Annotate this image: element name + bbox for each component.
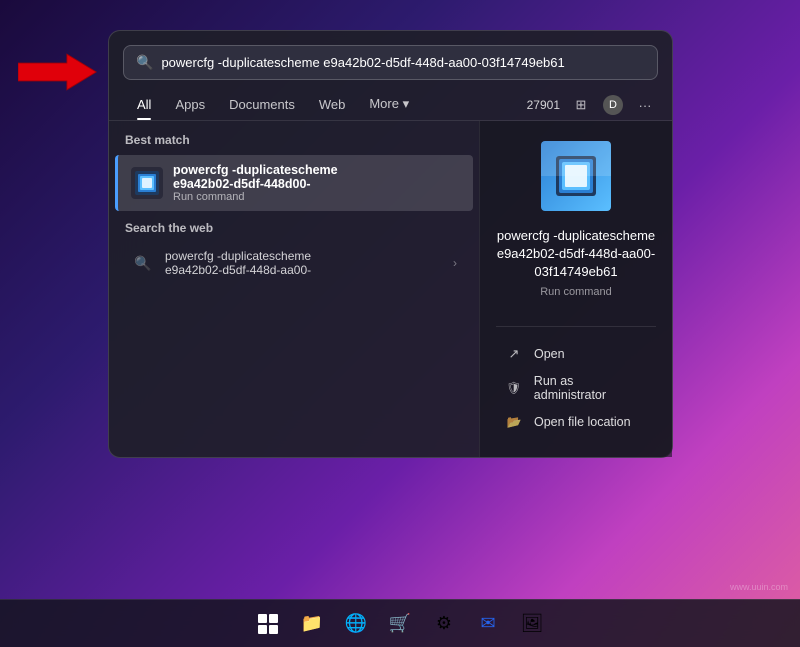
nav-right-controls: 27901 ⊞ D ··· (527, 94, 656, 116)
best-match-section: Best match powercfg - (109, 133, 479, 211)
open-label: Open (534, 347, 565, 361)
user-avatar-btn[interactable]: D (602, 94, 624, 116)
tab-more[interactable]: More ▾ (357, 90, 421, 120)
taskbar-windows-start[interactable] (250, 606, 286, 642)
tab-web[interactable]: Web (307, 91, 358, 120)
taskbar-file-explorer[interactable]: 📁 (294, 606, 330, 642)
search-panel: 🔍 powercfg -duplicatescheme e9a42b02-d5d… (108, 30, 673, 458)
result-count-badge: 27901 (527, 98, 560, 112)
left-panel: Best match powercfg - (109, 121, 479, 457)
filter-icon-btn[interactable]: ⊞ (570, 94, 592, 116)
tab-all[interactable]: All (125, 91, 163, 120)
web-search-section: Search the web 🔍 powercfg -duplicatesche… (109, 221, 479, 283)
taskbar-store[interactable]: 🛒 (382, 606, 418, 642)
windows-logo-icon (258, 614, 278, 634)
action-open[interactable]: ↗ Open (496, 339, 656, 369)
best-match-item[interactable]: powercfg -duplicatescheme e9a42b02-d5df-… (115, 155, 473, 211)
detail-subtitle-text: Run command (540, 286, 612, 298)
action-run-as-admin[interactable]: 🛡 Run as administrator (496, 369, 656, 407)
admin-label: Run as administrator (534, 374, 648, 402)
desktop: 🔍 powercfg -duplicatescheme e9a42b02-d5d… (0, 0, 800, 647)
taskbar-mail[interactable]: ✉ (470, 606, 506, 642)
web-search-item[interactable]: 🔍 powercfg -duplicateschemee9a42b02-d5df… (115, 243, 473, 283)
search-bar[interactable]: 🔍 powercfg -duplicatescheme e9a42b02-d5d… (123, 45, 658, 80)
content-area: Best match powercfg - (109, 121, 672, 457)
detail-title-text: powercfg -duplicatescheme e9a42b02-d5df-… (496, 227, 656, 282)
taskbar-photos[interactable]: 🖼 (514, 606, 550, 642)
taskbar-settings[interactable]: ⚙ (426, 606, 462, 642)
watermark: www.uuin.com (730, 582, 788, 592)
search-query-text: powercfg -duplicatescheme e9a42b02-d5df-… (161, 55, 645, 70)
location-label: Open file location (534, 415, 631, 429)
detail-panel: powercfg -duplicatescheme e9a42b02-d5df-… (479, 121, 672, 457)
open-icon: ↗ (504, 344, 524, 364)
detail-icon-image (541, 141, 611, 211)
web-search-title: Search the web (109, 221, 479, 243)
tab-apps[interactable]: Apps (163, 91, 217, 120)
action-open-location[interactable]: 📂 Open file location (496, 407, 656, 437)
search-icon: 🔍 (136, 54, 153, 71)
tab-documents[interactable]: Documents (217, 91, 307, 120)
more-options-btn[interactable]: ··· (634, 94, 656, 116)
admin-icon: 🛡 (504, 378, 524, 398)
detail-divider (496, 326, 656, 327)
taskbar: 📁 🌐 🛒 ⚙ ✉ 🖼 (0, 599, 800, 647)
red-arrow-indicator (18, 52, 98, 92)
taskbar-edge[interactable]: 🌐 (338, 606, 374, 642)
detail-icon (541, 141, 611, 211)
web-search-text: powercfg -duplicateschemee9a42b02-d5df-4… (165, 249, 443, 277)
result-item-text: powercfg -duplicatescheme e9a42b02-d5df-… (173, 163, 457, 203)
web-search-icon: 🔍 (131, 255, 155, 272)
best-match-title: Best match (109, 133, 479, 155)
web-search-arrow: › (453, 256, 457, 270)
result-item-name: powercfg -duplicatescheme e9a42b02-d5df-… (173, 163, 457, 191)
result-item-subtitle: Run command (173, 191, 457, 203)
folder-icon: 📂 (504, 412, 524, 432)
result-item-icon (131, 167, 163, 199)
nav-tabs: All Apps Documents Web More ▾ 27901 ⊞ D … (109, 90, 672, 121)
